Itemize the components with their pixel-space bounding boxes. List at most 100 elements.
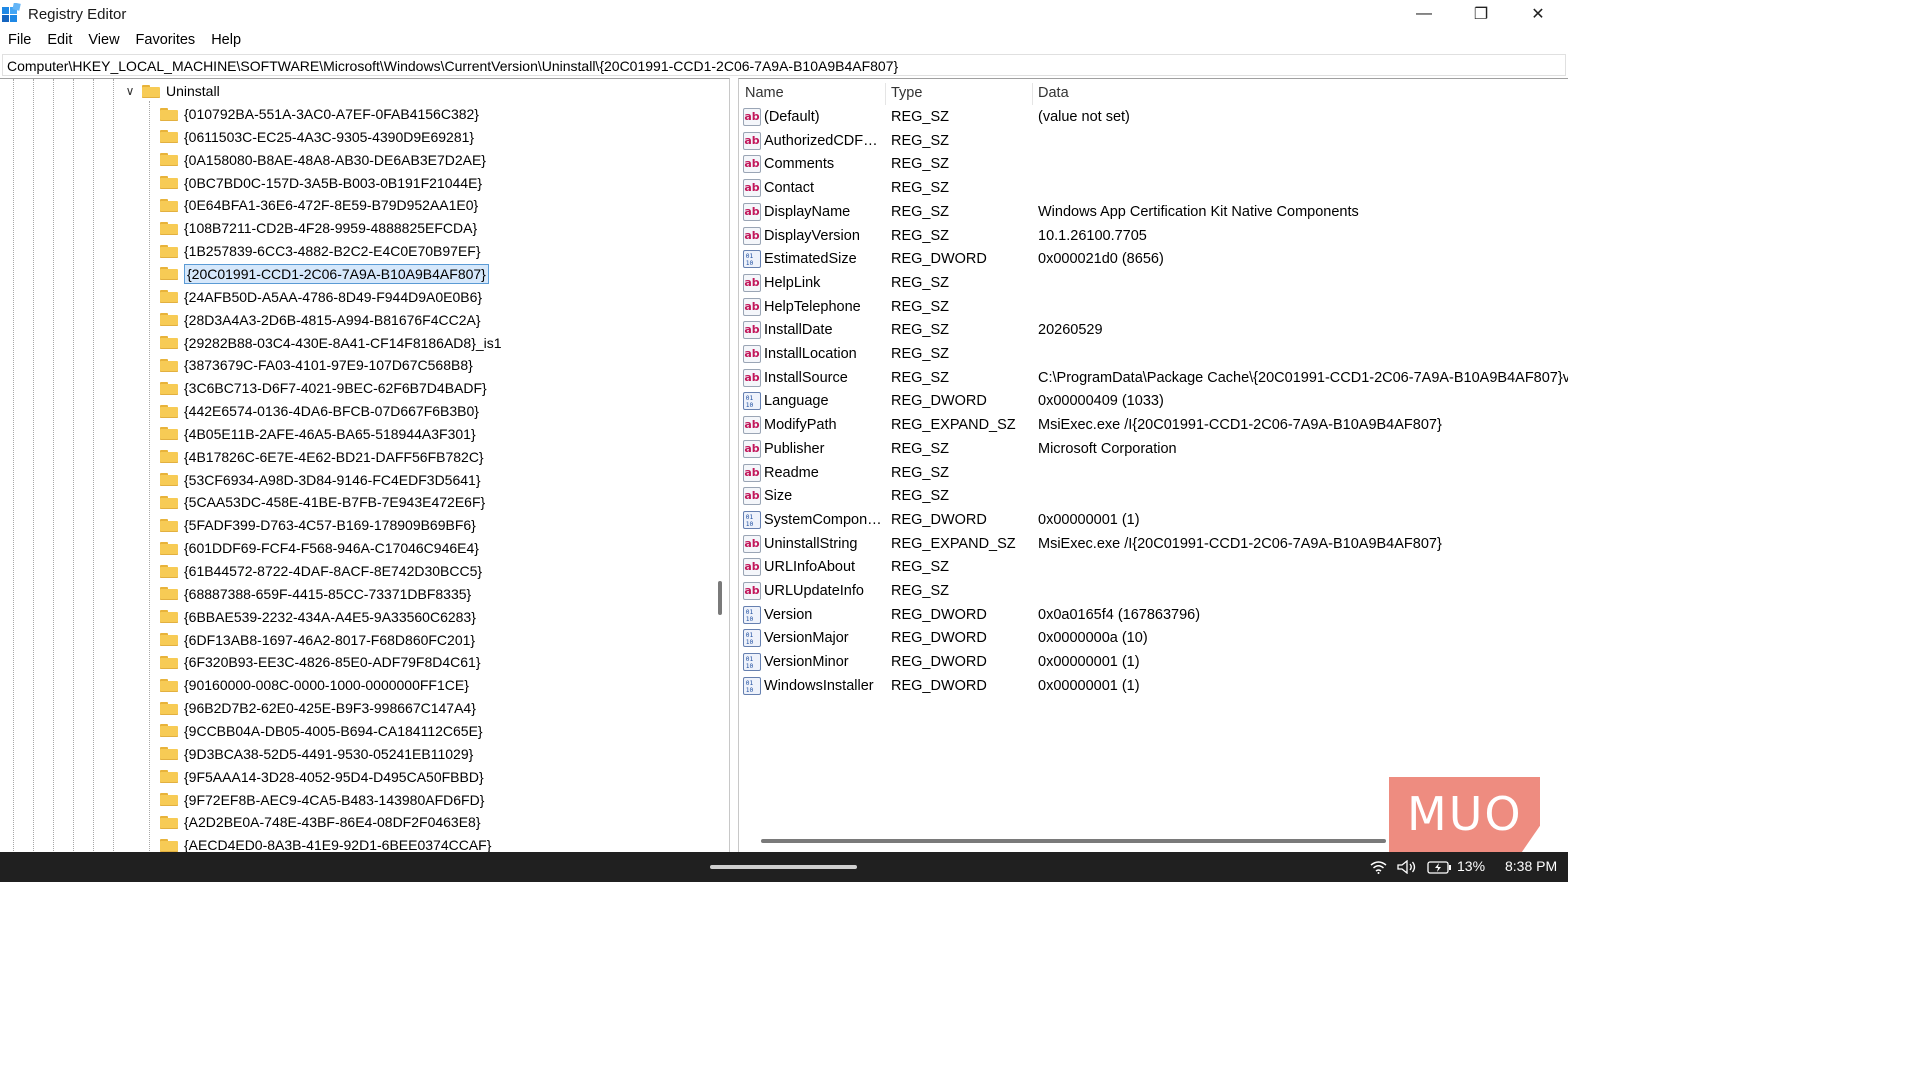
value-row[interactable]: ab (Default) REG_SZ (value not set) — [739, 106, 1568, 129]
tree-item-label: Uninstall — [166, 83, 220, 99]
value-row[interactable]: ab UninstallString REG_EXPAND_SZ MsiExec.ex… — [739, 533, 1568, 556]
tree-item[interactable]: {442E6574-0136-4DA6-BFCB-07D667F6B3B0} — [160, 400, 479, 422]
value-data: 0x00000001 (1) — [1038, 677, 1140, 694]
value-row[interactable]: ab InstallLocation REG_SZ — [739, 343, 1568, 366]
tree-item[interactable]: {6BBAE539-2232-434A-A4E5-9A33560C6283} — [160, 606, 476, 628]
tree-item[interactable]: {A2D2BE0A-748E-43BF-86E4-08DF2F0463E8} — [160, 811, 481, 833]
value-row[interactable]: ab DisplayVersion REG_SZ 10.1.26100.7705 — [739, 225, 1568, 248]
svg-text:10: 10 — [746, 260, 754, 267]
tree-item[interactable]: {4B17826C-6E7E-4E62-BD21-DAFF56FB782C} — [160, 446, 484, 468]
value-type: REG_SZ — [891, 440, 950, 457]
tree-item[interactable]: {4B05E11B-2AFE-46A5-BA65-518944A3F301} — [160, 423, 476, 445]
value-row[interactable]: 01 10 EstimatedSize REG_DWORD 0x000021d0 (86… — [739, 248, 1568, 271]
tree-item[interactable]: {29282B88-03C4-430E-8A41-CF14F8186AD8}_i… — [160, 332, 502, 354]
value-row[interactable]: ab InstallDate REG_SZ 20260529 — [739, 319, 1568, 342]
tree-item[interactable]: {9F5AAA14-3D28-4052-95D4-D495CA50FBBD} — [160, 766, 484, 788]
value-row[interactable]: 01 10 VersionMajor REG_DWORD 0x0000000a (10) — [739, 627, 1568, 650]
tree-item[interactable]: {53CF6934-A98D-3D84-9146-FC4EDF3D5641} — [160, 469, 481, 491]
value-row[interactable]: ab InstallSource REG_SZ C:\ProgramData\Pack… — [739, 367, 1568, 390]
value-data: Microsoft Corporation — [1038, 440, 1177, 457]
menu-view[interactable]: View — [80, 29, 127, 51]
column-header-type[interactable]: Type — [891, 85, 922, 101]
tree-item-uninstall[interactable]: ∨ Uninstall — [124, 80, 220, 102]
value-row[interactable]: 01 10 WindowsInstaller REG_DWORD 0x00000001 … — [739, 675, 1568, 698]
tree-item[interactable]: {0E64BFA1-36E6-472F-8E59-B79D952AA1E0} — [160, 194, 478, 216]
column-divider[interactable] — [1032, 83, 1033, 105]
tree-item[interactable]: {61B44572-8722-4DAF-8ACF-8E742D30BCC5} — [160, 560, 482, 582]
menu-help[interactable]: Help — [203, 29, 249, 51]
tree-item[interactable]: {90160000-008C-0000-1000-0000000FF1CE} — [160, 674, 469, 696]
menu-favorites[interactable]: Favorites — [128, 29, 204, 51]
value-data: 0x0000000a (10) — [1038, 630, 1148, 647]
tree-item[interactable]: {96B2D7B2-62E0-425E-B9F3-998667C147A4} — [160, 697, 476, 719]
value-row[interactable]: ab Comments REG_SZ — [739, 153, 1568, 176]
tree-guide-line — [93, 79, 94, 852]
volume-icon[interactable] — [1397, 860, 1417, 874]
menu-edit[interactable]: Edit — [39, 29, 80, 51]
key-tree-pane[interactable]: ∨ Uninstall {010792BA-551A-3AC0-A7EF-0FA… — [0, 78, 730, 852]
home-indicator[interactable] — [710, 865, 857, 869]
tree-item[interactable]: {AECD4ED0-8A3B-41E9-92D1-6BEE0374CCAF} — [160, 834, 491, 852]
folder-icon — [160, 427, 178, 441]
value-row[interactable]: ab AuthorizedCDFPr... REG_SZ — [739, 130, 1568, 153]
tree-item[interactable]: {6DF13AB8-1697-46A2-8017-F68D860FC201} — [160, 629, 475, 651]
tree-item[interactable]: {0611503C-EC25-4A3C-9305-4390D9E69281} — [160, 126, 474, 148]
tree-item[interactable]: {0A158080-B8AE-48A8-AB30-DE6AB3E7D2AE} — [160, 149, 486, 171]
tree-item[interactable]: {010792BA-551A-3AC0-A7EF-0FAB4156C382} — [160, 103, 479, 125]
tree-item-label: {9F72EF8B-AEC9-4CA5-B483-143980AFD6FD} — [184, 791, 485, 808]
tree-item-label: {3C6BC713-D6F7-4021-9BEC-62F6B7D4BADF} — [184, 380, 487, 397]
clock[interactable]: 8:38 PM — [1505, 858, 1557, 874]
value-row[interactable]: ab Contact REG_SZ — [739, 177, 1568, 200]
wifi-icon[interactable] — [1370, 860, 1387, 874]
minimize-button[interactable]: — — [1395, 0, 1453, 28]
tree-item[interactable]: {5CAA53DC-458E-41BE-B7FB-7E943E472E6F} — [160, 491, 485, 513]
column-divider[interactable] — [885, 83, 886, 105]
value-row[interactable]: ab ModifyPath REG_EXPAND_SZ MsiExec.exe /I{… — [739, 414, 1568, 437]
value-row[interactable]: ab Size REG_SZ — [739, 485, 1568, 508]
value-row[interactable]: ab DisplayName REG_SZ Windows App Certifica… — [739, 201, 1568, 224]
tree-item[interactable]: {3873679C-FA03-4101-97E9-107D67C568B8} — [160, 354, 473, 376]
tree-item[interactable]: {68887388-659F-4415-85CC-73371DBF8335} — [160, 583, 471, 605]
tree-vertical-scrollbar[interactable] — [718, 581, 722, 615]
value-row[interactable]: ab HelpLink REG_SZ — [739, 272, 1568, 295]
folder-icon — [160, 404, 178, 418]
tree-item[interactable]: {24AFB50D-A5AA-4786-8D49-F944D9A0E0B6} — [160, 286, 482, 308]
value-row[interactable]: ab URLInfoAbout REG_SZ — [739, 556, 1568, 579]
column-header-data[interactable]: Data — [1038, 85, 1069, 101]
tree-item-label: {9CCBB04A-DB05-4005-B694-CA184112C65E} — [184, 722, 483, 739]
battery-charging-icon[interactable] — [1427, 860, 1453, 874]
value-name: HelpTelephone — [764, 298, 861, 315]
address-bar[interactable]: Computer\HKEY_LOCAL_MACHINE\SOFTWARE\Mic… — [2, 54, 1566, 76]
tree-item[interactable]: {9D3BCA38-52D5-4491-9530-05241EB11029} — [160, 743, 473, 765]
menu-file[interactable]: File — [0, 29, 39, 51]
tree-item-selected[interactable]: {20C01991-CCD1-2C06-7A9A-B10A9B4AF807} — [160, 263, 489, 285]
value-row[interactable]: 01 10 VersionMinor REG_DWORD 0x00000001 (1) — [739, 651, 1568, 674]
tree-item[interactable]: {28D3A4A3-2D6B-4815-A994-B81676F4CC2A} — [160, 309, 481, 331]
value-row[interactable]: 01 10 SystemCompone... REG_DWORD 0x00000001 … — [739, 509, 1568, 532]
tree-item[interactable]: {0BC7BD0C-157D-3A5B-B003-0B191F21044E} — [160, 172, 482, 194]
value-row[interactable]: ab HelpTelephone REG_SZ — [739, 296, 1568, 319]
folder-icon — [160, 450, 178, 464]
tree-item[interactable]: {1B257839-6CC3-4882-B2C2-E4C0E70B97EF} — [160, 240, 481, 262]
list-horizontal-scrollbar[interactable] — [761, 839, 1386, 843]
tree-item[interactable]: {9CCBB04A-DB05-4005-B694-CA184112C65E} — [160, 720, 483, 742]
value-row[interactable]: 01 10 Language REG_DWORD 0x00000409 (1033) — [739, 390, 1568, 413]
close-button[interactable]: ✕ — [1509, 0, 1567, 28]
tree-item[interactable]: {3C6BC713-D6F7-4021-9BEC-62F6B7D4BADF} — [160, 377, 487, 399]
tree-item[interactable]: {6F320B93-EE3C-4826-85E0-ADF79F8D4C61} — [160, 651, 481, 673]
maximize-button[interactable]: ❐ — [1452, 0, 1510, 28]
value-row[interactable]: ab URLUpdateInfo REG_SZ — [739, 580, 1568, 603]
tree-item[interactable]: {108B7211-CD2B-4F28-9959-4888825EFCDA} — [160, 217, 477, 239]
column-header-name[interactable]: Name — [745, 85, 784, 101]
tree-item[interactable]: {9F72EF8B-AEC9-4CA5-B483-143980AFD6FD} — [160, 789, 484, 811]
tree-item[interactable]: {5FADF399-D763-4C57-B169-178909B69BF6} — [160, 514, 476, 536]
tree-item-label: {6F320B93-EE3C-4826-85E0-ADF79F8D4C61} — [184, 654, 481, 671]
values-list-pane[interactable]: Name Type Data ab (Default) REG_SZ (value n… — [738, 78, 1568, 852]
tree-item[interactable]: {601DDF69-FCF4-F568-946A-C17046C946E4} — [160, 537, 479, 559]
value-row[interactable]: ab Publisher REG_SZ Microsoft Corporation — [739, 438, 1568, 461]
chevron-down-icon[interactable]: ∨ — [124, 84, 136, 98]
value-row[interactable]: 01 10 Version REG_DWORD 0x0a0165f4 (16786379… — [739, 604, 1568, 627]
value-row[interactable]: ab Readme REG_SZ — [739, 462, 1568, 485]
folder-open-icon — [142, 84, 160, 98]
value-name: WindowsInstaller — [764, 677, 874, 694]
